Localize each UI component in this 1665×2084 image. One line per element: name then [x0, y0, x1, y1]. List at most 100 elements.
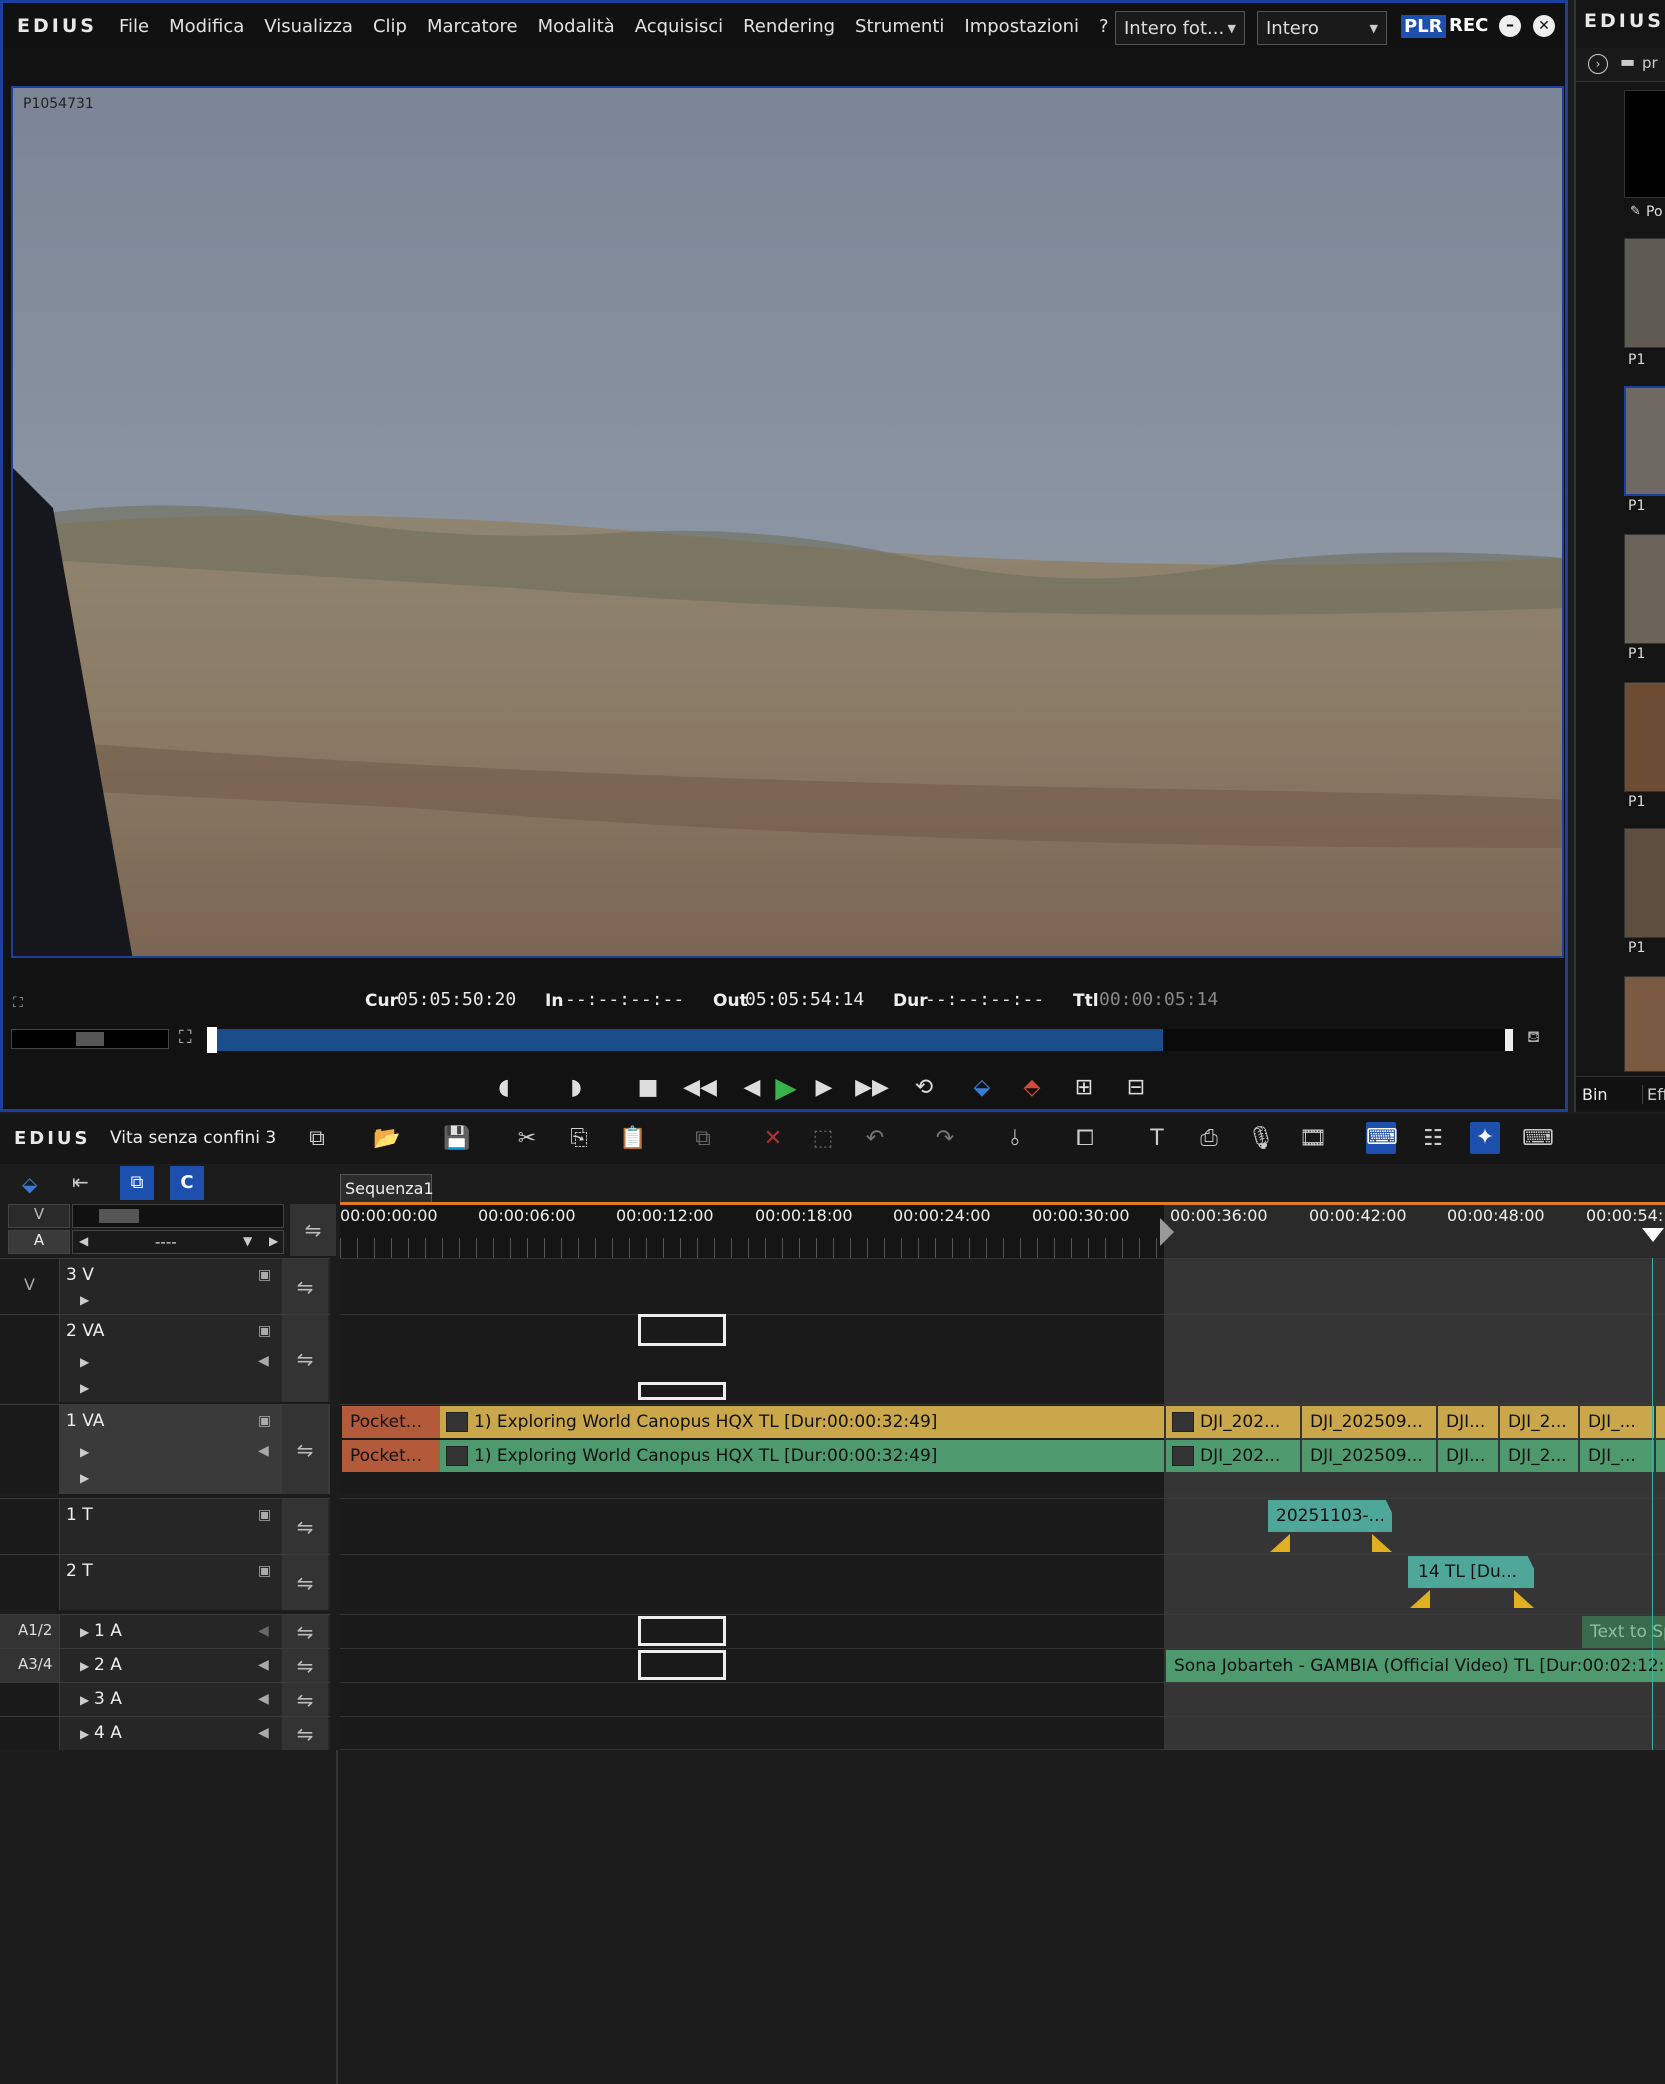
tab-bin[interactable]: Bin [1582, 1085, 1608, 1104]
bin-thumbnail[interactable] [1624, 828, 1665, 938]
expand-icon[interactable]: ▶ [80, 1659, 89, 1673]
loop-icon[interactable]: ⟲ [907, 1070, 941, 1104]
video-mute-icon[interactable]: ▣ [258, 1413, 271, 1429]
expand-icon[interactable]: ▶ [80, 1625, 89, 1639]
video-mute-icon[interactable]: ▣ [258, 1563, 271, 1579]
menu-modalita[interactable]: Modalità [538, 16, 615, 37]
v-patch[interactable]: V [8, 1204, 70, 1228]
menu-clip[interactable]: Clip [373, 16, 407, 37]
track-header-3a[interactable]: ▶ 3 A ◀ ⇋ [0, 1682, 330, 1716]
clip-title-2[interactable]: 14 TL [Du... [1408, 1556, 1534, 1588]
marker-icon[interactable]: ⛶ [179, 1027, 192, 1048]
speaker-icon[interactable]: ◀ [258, 1691, 269, 1707]
set-out-icon[interactable]: ◗ [559, 1070, 593, 1104]
empty-clip-box[interactable] [638, 1650, 726, 1680]
navigate-icon[interactable]: › [1588, 54, 1608, 74]
transform-icon[interactable]: ⧠ [1070, 1126, 1100, 1151]
video-mute-icon[interactable]: ▣ [258, 1507, 271, 1523]
open-project-icon[interactable]: 📂 [372, 1126, 402, 1151]
clip-dji-video[interactable]: DJI_202509... [1302, 1406, 1436, 1438]
video-mute-icon[interactable]: ▣ [258, 1323, 271, 1339]
clip-exploring-audio[interactable]: 1) Exploring World Canopus HQX TL [Dur:0… [440, 1440, 1164, 1472]
add-clip-icon[interactable]: ⊞ [1067, 1070, 1101, 1104]
menu-help[interactable]: ? [1099, 16, 1109, 37]
clip-dji-audio[interactable]: DJI_... [1580, 1440, 1654, 1472]
track-header-4a[interactable]: ▶ 4 A ◀ ⇋ [0, 1716, 330, 1750]
cur-timecode[interactable]: 05:05:50:20 [397, 989, 516, 1010]
bin-thumbnail[interactable] [1624, 238, 1665, 348]
sync-lock-icon[interactable]: ⇋ [282, 1259, 328, 1314]
render-icon[interactable]: 🎞 [1298, 1126, 1328, 1151]
set-in-icon[interactable]: ◖ [487, 1070, 521, 1104]
sync-lock-icon[interactable]: ⇋ [282, 1615, 328, 1648]
clip-edge[interactable] [1656, 1406, 1665, 1438]
out-timecode[interactable]: 05:05:54:14 [745, 989, 864, 1010]
clip-dji-video[interactable]: DJI_202... [1166, 1406, 1300, 1438]
track-patch[interactable]: A1/2 [0, 1615, 60, 1648]
sync-lock-icon[interactable]: ⇋ [282, 1683, 328, 1716]
ripple-delete-icon[interactable]: ⬚ [808, 1126, 838, 1151]
safe-area-icon[interactable]: ⛶ [13, 995, 23, 1011]
clip-dji-audio[interactable]: DJI_202... [1166, 1440, 1300, 1472]
speaker-icon[interactable]: ◀ [258, 1443, 269, 1459]
track-patch[interactable] [0, 1405, 60, 1494]
voiceover-icon[interactable]: 🎙 [1246, 1126, 1276, 1151]
expand-icon[interactable]: ▶ [80, 1293, 89, 1307]
expand-icon[interactable]: ▶ [80, 1471, 89, 1485]
empty-clip-box[interactable] [638, 1314, 726, 1346]
split-icon[interactable]: ⫰ [1000, 1126, 1030, 1151]
fit-dropdown[interactable]: Intero fot... ▼ [1115, 11, 1245, 45]
export-icon[interactable]: ⎙ [1194, 1126, 1224, 1151]
chevron-left-icon[interactable]: ◀ [79, 1234, 88, 1248]
track-patch[interactable]: A3/4 [0, 1649, 60, 1682]
overwrite-to-timeline-icon[interactable]: ⬘ [1015, 1070, 1049, 1104]
track-patch[interactable]: V [0, 1259, 60, 1314]
track-header-1t[interactable]: 1 T ▣ ⇋ [0, 1498, 330, 1554]
replace-icon[interactable]: ⧉ [688, 1126, 718, 1151]
bin-thumbnail[interactable] [1624, 976, 1665, 1072]
track-patch[interactable] [0, 1315, 60, 1402]
clip-dji-audio[interactable]: DJI_2... [1500, 1440, 1578, 1472]
vectorscope-icon[interactable]: ✦ [1470, 1122, 1500, 1154]
a-patch[interactable]: A [8, 1230, 70, 1254]
video-source-selector[interactable] [72, 1204, 284, 1228]
position-bar[interactable] [207, 1027, 1513, 1053]
track-header-2a[interactable]: A3/4 ▶ 2 A ◀ ⇋ [0, 1648, 330, 1682]
keyboard-icon[interactable]: ⌨ [1366, 1122, 1398, 1154]
zoom-dropdown[interactable]: Intero ▼ [1257, 11, 1387, 45]
rec-button[interactable]: REC [1449, 15, 1488, 36]
speaker-icon[interactable]: ◀ [258, 1353, 269, 1369]
rewind-icon[interactable]: ◀◀ [683, 1070, 717, 1104]
paste-icon[interactable]: 📋 [618, 1126, 648, 1151]
speaker-icon[interactable]: ◀ [258, 1657, 269, 1673]
menu-modifica[interactable]: Modifica [169, 16, 244, 37]
expand-icon[interactable]: ▶ [80, 1381, 89, 1395]
empty-clip-box[interactable] [638, 1616, 726, 1646]
group-mode-icon[interactable]: C [170, 1166, 204, 1200]
minimize-icon[interactable]: – [1499, 15, 1521, 37]
layout-icon[interactable]: ⌨ [1522, 1126, 1554, 1151]
clip-dji-video[interactable]: DJI... [1438, 1406, 1498, 1438]
clip-exploring-video[interactable]: 1) Exploring World Canopus HQX TL [Dur:0… [440, 1406, 1164, 1438]
shuttle-slider[interactable] [11, 1029, 169, 1049]
copy-icon[interactable]: ⎘ [564, 1126, 594, 1151]
link-mode-icon[interactable]: ⧉ [120, 1166, 154, 1200]
mixer-icon[interactable]: ☷ [1418, 1126, 1448, 1151]
track-header-2va[interactable]: 2 VA ▣ ◀ ▶ ▶ ⇋ [0, 1314, 330, 1402]
bin-thumbnail[interactable] [1624, 534, 1665, 644]
bin-thumbnail[interactable] [1624, 90, 1665, 198]
menu-file[interactable]: File [119, 16, 149, 37]
add-sequence-icon[interactable]: ⊟ [1119, 1070, 1153, 1104]
sync-lock-icon[interactable]: ⇋ [282, 1499, 328, 1554]
bin-thumbnail-selected[interactable] [1624, 386, 1665, 496]
clip-music[interactable]: Sona Jobarteh - GAMBIA (Official Video) … [1166, 1650, 1665, 1682]
fast-forward-icon[interactable]: ▶▶ [855, 1070, 889, 1104]
menu-marcatore[interactable]: Marcatore [427, 16, 518, 37]
close-icon[interactable]: ✕ [1533, 15, 1555, 37]
expand-icon[interactable]: ▶ [80, 1727, 89, 1741]
tab-effects[interactable]: Effe [1642, 1085, 1665, 1104]
clip-pocket-video[interactable]: Pocket... [342, 1406, 440, 1438]
cut-icon[interactable]: ✂ [512, 1126, 542, 1151]
track-patch[interactable] [0, 1555, 60, 1610]
menu-strumenti[interactable]: Strumenti [855, 16, 944, 37]
